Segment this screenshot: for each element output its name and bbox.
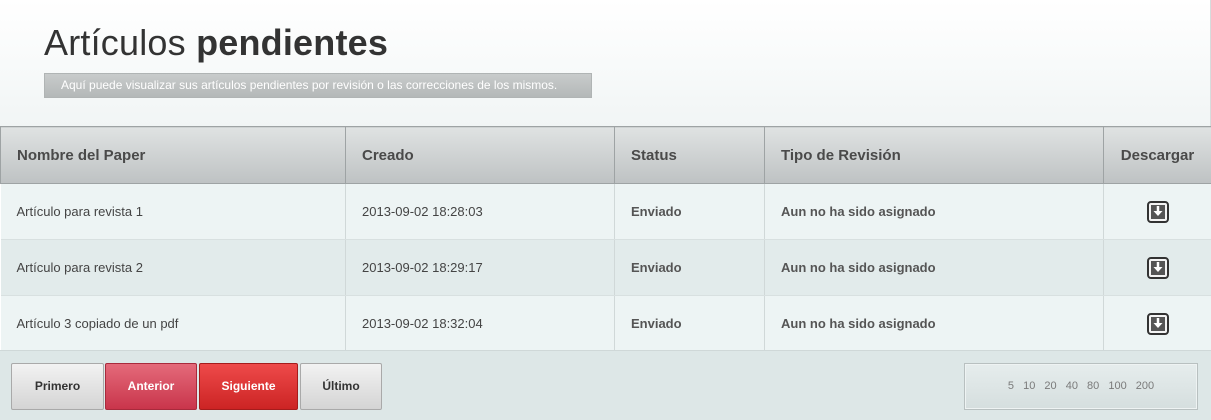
page-size-option[interactable]: 100 bbox=[1108, 380, 1126, 392]
last-page-button[interactable]: Último bbox=[300, 363, 382, 410]
previous-page-button[interactable]: Anterior bbox=[105, 363, 197, 410]
page-size-option[interactable]: 200 bbox=[1136, 380, 1154, 392]
page-subtitle: Aquí puede visualizar sus artículos pend… bbox=[44, 73, 592, 98]
cell-created: 2013-09-02 18:29:17 bbox=[345, 239, 615, 296]
page-size-option[interactable]: 80 bbox=[1087, 380, 1099, 392]
cell-download bbox=[1103, 295, 1211, 352]
page-size-option[interactable]: 20 bbox=[1044, 380, 1056, 392]
pending-articles-table: Nombre del Paper Creado Status Tipo de R… bbox=[0, 126, 1211, 352]
column-header-name[interactable]: Nombre del Paper bbox=[0, 126, 346, 184]
cell-created: 2013-09-02 18:28:03 bbox=[345, 183, 615, 240]
cell-paper-name: Artículo 3 copiado de un pdf bbox=[0, 295, 346, 352]
page-title-light: Artículos bbox=[44, 22, 186, 63]
page-size-option[interactable]: 10 bbox=[1023, 380, 1035, 392]
column-header-review-type[interactable]: Tipo de Revisión bbox=[764, 126, 1104, 184]
download-icon[interactable] bbox=[1146, 312, 1169, 335]
table-row: Artículo para revista 2 2013-09-02 18:29… bbox=[0, 239, 1211, 296]
cell-paper-name: Artículo para revista 2 bbox=[0, 239, 346, 296]
cell-status: Enviado bbox=[614, 239, 765, 296]
page-title-bold: pendientes bbox=[196, 22, 389, 63]
cell-status: Enviado bbox=[614, 295, 765, 352]
first-page-button[interactable]: Primero bbox=[11, 363, 104, 410]
cell-download bbox=[1103, 239, 1211, 296]
page-size-selector: 5 10 20 40 80 100 200 bbox=[964, 363, 1198, 410]
table-header-row: Nombre del Paper Creado Status Tipo de R… bbox=[0, 126, 1211, 184]
next-page-button[interactable]: Siguiente bbox=[199, 363, 298, 410]
download-icon[interactable] bbox=[1146, 256, 1169, 279]
cell-review-type: Aun no ha sido asignado bbox=[764, 183, 1104, 240]
page-size-option[interactable]: 5 bbox=[1008, 380, 1014, 392]
column-header-status[interactable]: Status bbox=[614, 126, 765, 184]
column-header-download: Descargar bbox=[1103, 126, 1211, 184]
cell-review-type: Aun no ha sido asignado bbox=[764, 239, 1104, 296]
page-size-option[interactable]: 40 bbox=[1066, 380, 1078, 392]
column-header-created[interactable]: Creado bbox=[345, 126, 615, 184]
cell-status: Enviado bbox=[614, 183, 765, 240]
download-icon[interactable] bbox=[1146, 200, 1169, 223]
page-title: Artículos pendientes bbox=[44, 22, 388, 64]
table-row: Artículo para revista 1 2013-09-02 18:28… bbox=[0, 183, 1211, 240]
cell-paper-name: Artículo para revista 1 bbox=[0, 183, 346, 240]
cell-review-type: Aun no ha sido asignado bbox=[764, 295, 1104, 352]
table-row: Artículo 3 copiado de un pdf 2013-09-02 … bbox=[0, 295, 1211, 352]
cell-download bbox=[1103, 183, 1211, 240]
page-header: Artículos pendientes Aquí puede visualiz… bbox=[0, 0, 1211, 127]
cell-created: 2013-09-02 18:32:04 bbox=[345, 295, 615, 352]
pagination-bar: Primero Anterior Siguiente Último 5 10 2… bbox=[0, 350, 1211, 420]
